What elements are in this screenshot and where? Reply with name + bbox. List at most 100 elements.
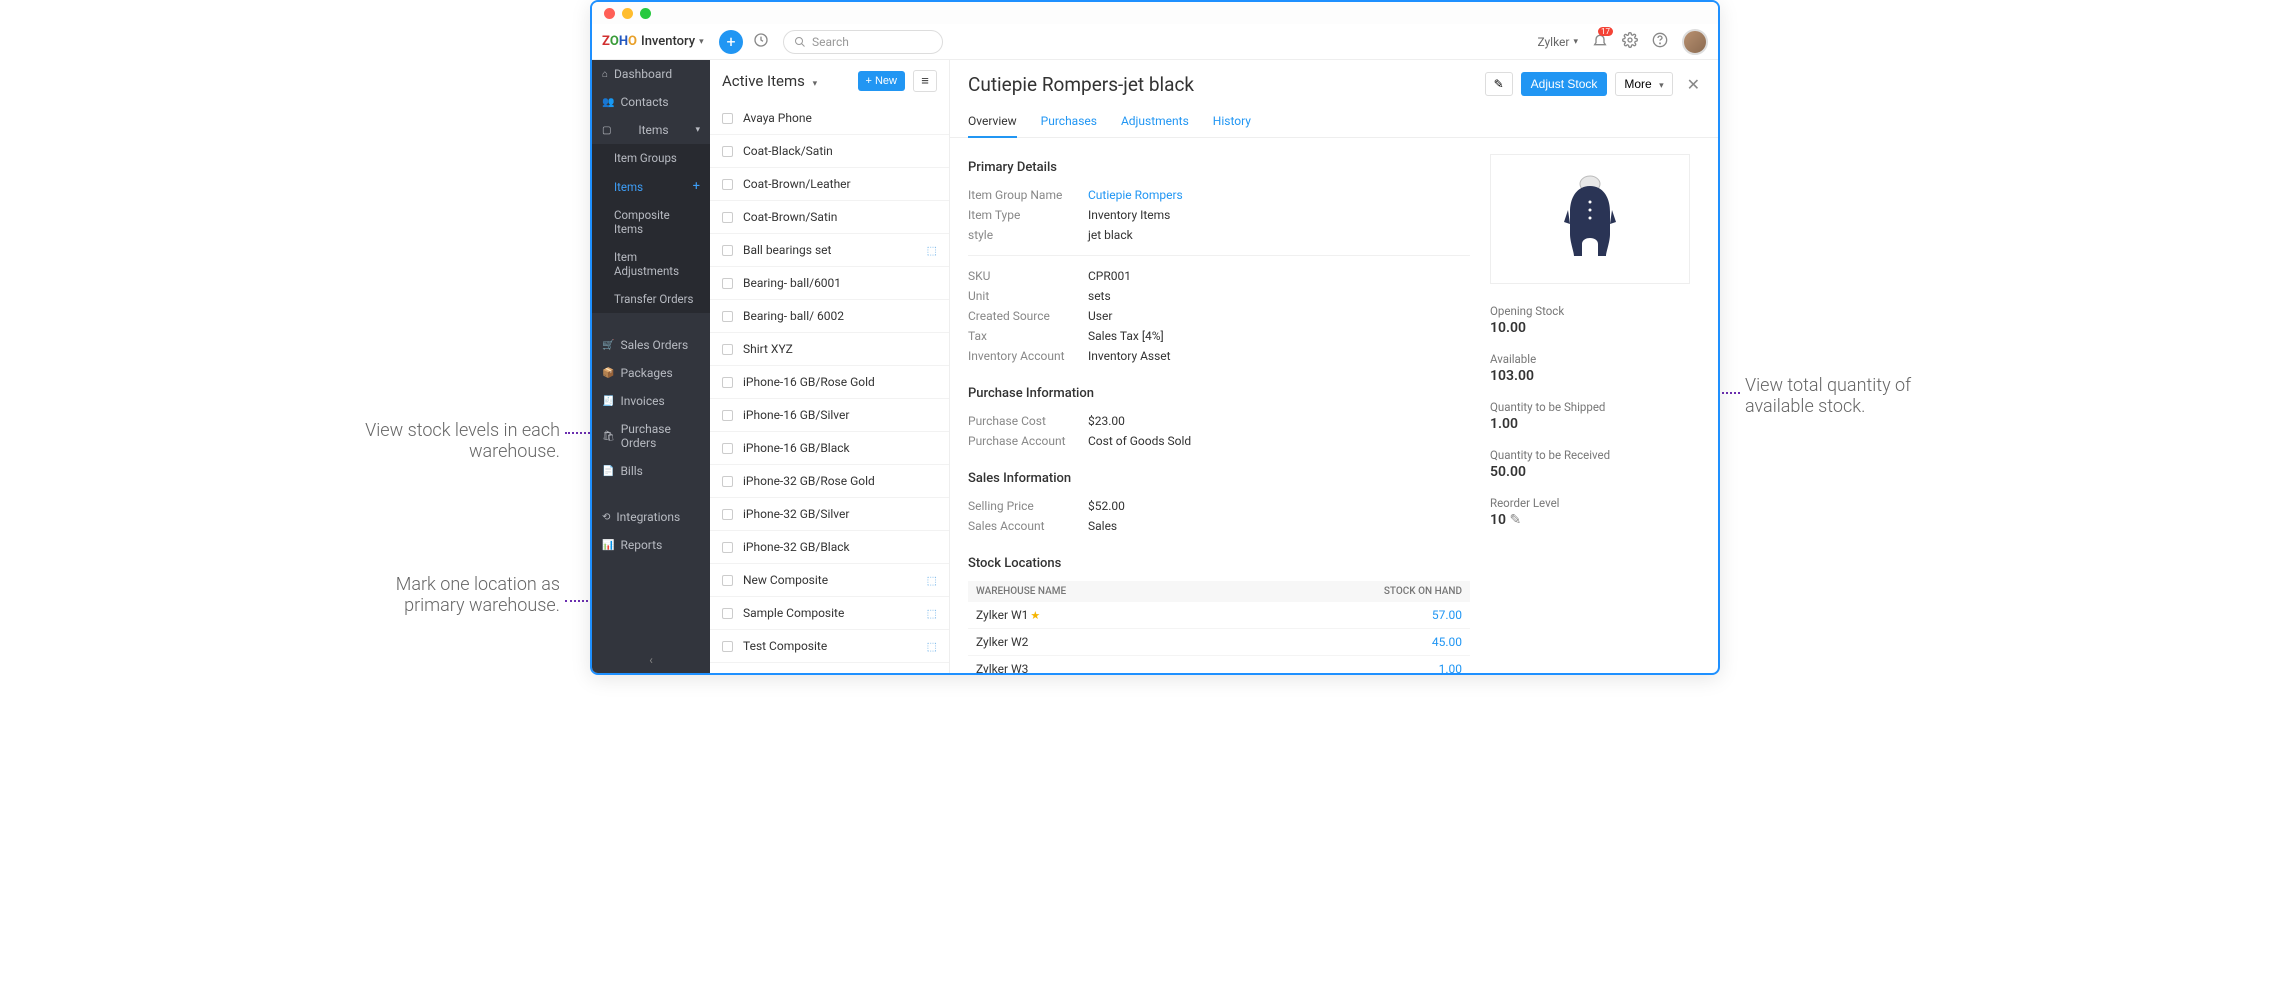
checkbox[interactable] [722, 542, 733, 553]
checkbox[interactable] [722, 410, 733, 421]
list-item[interactable]: Shirt XYZ [710, 333, 949, 366]
list-item[interactable]: iPhone-16 GB/Rose Gold [710, 366, 949, 399]
new-item-button[interactable]: + New [858, 71, 906, 91]
item-name: Test Composite [743, 639, 827, 653]
checkbox[interactable] [722, 608, 733, 619]
item-name: Bearing- ball/6001 [743, 276, 841, 290]
sidebar-item-item-groups[interactable]: Item Groups [592, 144, 710, 172]
list-item[interactable]: iPhone-32 GB/Black [710, 531, 949, 564]
edit-icon[interactable]: ✎ [1506, 512, 1521, 528]
sidebar-item-sales-orders[interactable]: 🛒Sales Orders [592, 331, 710, 359]
adjust-stock-button[interactable]: Adjust Stock [1521, 72, 1608, 96]
checkbox[interactable] [722, 443, 733, 454]
list-item[interactable]: Coat-Black/Satin [710, 135, 949, 168]
sidebar-item-transfer-orders[interactable]: Transfer Orders [592, 285, 710, 313]
checkbox[interactable] [722, 179, 733, 190]
sidebar-item-composite-items[interactable]: Composite Items [592, 201, 710, 243]
checkbox[interactable] [722, 476, 733, 487]
list-item[interactable]: iPhone-32 GB/Rose Gold [710, 465, 949, 498]
sidebar-item-packages[interactable]: 📦Packages [592, 359, 710, 387]
list-item[interactable]: iPhone-16 GB/Silver [710, 399, 949, 432]
list-item[interactable]: New Composite⬚ [710, 564, 949, 597]
sidebar-item-label: Items [614, 180, 643, 194]
tab-adjustments[interactable]: Adjustments [1121, 108, 1189, 137]
search-input[interactable]: Search [783, 30, 943, 54]
history-icon[interactable] [753, 32, 769, 52]
gear-icon[interactable] [1622, 32, 1638, 52]
star-icon: ★ [1030, 609, 1040, 622]
stock-qty: 45.00 [1432, 635, 1462, 649]
tab-overview[interactable]: Overview [968, 108, 1017, 138]
item-image[interactable] [1490, 154, 1690, 284]
help-icon[interactable] [1652, 32, 1668, 52]
list-item[interactable]: iPhone-32 GB/Silver [710, 498, 949, 531]
items-list-pane: Active Items ▾ + New ≡ Avaya PhoneCoat-B… [710, 60, 950, 673]
list-item[interactable]: Bearing- ball/ 6002 [710, 300, 949, 333]
item-list[interactable]: Avaya PhoneCoat-Black/SatinCoat-Brown/Le… [710, 102, 949, 673]
window-maximize-icon[interactable] [640, 8, 651, 19]
item-name: iPhone-32 GB/Rose Gold [743, 474, 875, 488]
sidebar-item-label: Bills [620, 464, 642, 478]
detail-row: Sales AccountSales [968, 516, 1470, 536]
sidebar-item-reports[interactable]: 📊Reports [592, 531, 710, 559]
sidebar-item-item-adjustments[interactable]: Item Adjustments [592, 243, 710, 285]
checkbox[interactable] [722, 344, 733, 355]
detail-value[interactable]: Cutiepie Rompers [1088, 188, 1183, 202]
sidebar-item-items[interactable]: ▢Items▾ [592, 116, 710, 144]
checkbox[interactable] [722, 377, 733, 388]
checkbox[interactable] [722, 278, 733, 289]
org-switcher[interactable]: Zylker▾ [1537, 35, 1578, 49]
checkbox[interactable] [722, 509, 733, 520]
list-item[interactable]: Bearing- ball/6001 [710, 267, 949, 300]
sidebar-item-integrations[interactable]: ⟲Integrations [592, 503, 710, 531]
sidebar-item-bills[interactable]: 📄Bills [592, 457, 710, 485]
edit-button[interactable]: ✎ [1485, 72, 1513, 96]
sidebar-item-contacts[interactable]: 👥Contacts [592, 88, 710, 116]
nav-icon: ⌂ [602, 69, 608, 80]
add-button[interactable]: + [719, 30, 743, 54]
sidebar-collapse-icon[interactable]: ‹ [592, 653, 710, 667]
list-item[interactable]: Coat-Brown/Satin [710, 201, 949, 234]
list-item[interactable]: Coat-Brown/Leather [710, 168, 949, 201]
table-row[interactable]: Zylker W1★57.00 [968, 602, 1470, 629]
sidebar-item-invoices[interactable]: 🧾Invoices [592, 387, 710, 415]
tab-history[interactable]: History [1213, 108, 1251, 137]
table-row[interactable]: Zylker W245.00 [968, 629, 1470, 656]
checkbox[interactable] [722, 113, 733, 124]
checkbox[interactable] [722, 311, 733, 322]
stat-value: 1.00 [1490, 416, 1700, 432]
close-icon[interactable]: ✕ [1687, 75, 1700, 94]
list-title[interactable]: Active Items ▾ [722, 72, 817, 90]
list-item[interactable]: Sample Composite⬚ [710, 597, 949, 630]
detail-key: Purchase Account [968, 434, 1088, 448]
nav-icon: 🛍 [602, 431, 615, 442]
checkbox[interactable] [722, 146, 733, 157]
list-item[interactable]: Test Composite⬚ [710, 630, 949, 663]
checkbox[interactable] [722, 641, 733, 652]
window-minimize-icon[interactable] [622, 8, 633, 19]
checkbox[interactable] [722, 245, 733, 256]
more-button[interactable]: More ▾ [1615, 72, 1672, 96]
checkbox[interactable] [722, 212, 733, 223]
list-item[interactable]: iPhone-16 GB/Black [710, 432, 949, 465]
list-item[interactable]: Avaya Phone [710, 102, 949, 135]
detail-value: Sales Tax [4%] [1088, 329, 1164, 343]
list-item[interactable]: Ball bearings set⬚ [710, 234, 949, 267]
sidebar-item-items[interactable]: Items + [592, 172, 710, 201]
detail-row: Unitsets [968, 286, 1470, 306]
add-icon[interactable]: + [693, 179, 700, 194]
list-options-icon[interactable]: ≡ [913, 70, 937, 92]
avatar[interactable] [1682, 29, 1708, 55]
sidebar-item-dashboard[interactable]: ⌂Dashboard [592, 60, 710, 88]
table-row[interactable]: Zylker W31.00 [968, 656, 1470, 673]
window-close-icon[interactable] [604, 8, 615, 19]
tab-purchases[interactable]: Purchases [1041, 108, 1097, 137]
list-item[interactable]: Phone kit⬚ [710, 663, 949, 673]
checkbox[interactable] [722, 575, 733, 586]
logo[interactable]: ZOHO Inventory ▾ [602, 34, 707, 49]
annotation-stock-levels: View stock levels in each warehouse. [360, 420, 560, 462]
sidebar-item-label: Packages [620, 366, 672, 380]
chevron-down-icon: ▾ [813, 79, 818, 89]
sidebar-item-purchase-orders[interactable]: 🛍Purchase Orders [592, 415, 710, 457]
notifications-icon[interactable]: 17 [1592, 32, 1608, 52]
